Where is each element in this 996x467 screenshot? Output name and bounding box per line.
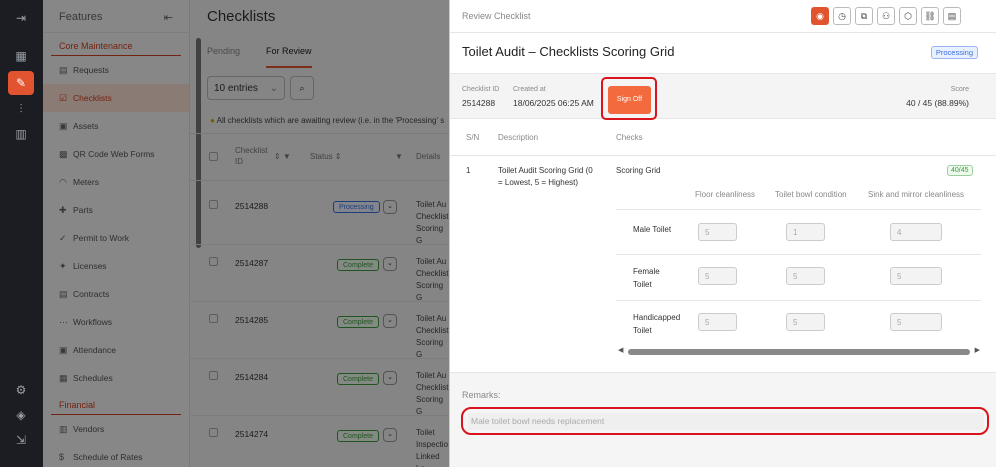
dashboard-icon[interactable]: ▦ (13, 48, 29, 64)
assign-button[interactable]: ⚇ (877, 7, 895, 25)
grid-row-label: Male Toilet (633, 225, 672, 234)
expand-icon[interactable]: ⇥ (13, 10, 29, 26)
score-input[interactable]: 5 (698, 313, 737, 331)
grid-header-floor: Floor cleanliness (695, 190, 756, 199)
analytics-icon[interactable]: ⫶ (13, 101, 29, 117)
eye-icon: ◉ (816, 11, 824, 21)
logout-icon[interactable]: ⇲ (13, 432, 29, 448)
history-icon: ◷ (838, 11, 846, 21)
col-checks: Checks (616, 133, 643, 142)
score-input[interactable]: 4 (890, 223, 942, 241)
checklist-info-bar: Checklist ID 2514288 Created at 18/06/20… (450, 73, 996, 120)
check-score-badge: 40/45 (947, 165, 973, 176)
help-icon[interactable]: ◈ (13, 407, 29, 423)
scrollbar-thumb[interactable] (628, 349, 970, 355)
sign-off-button[interactable]: Sign Off (608, 86, 651, 114)
grid-header-sink: Sink and mirror cleanliness (868, 190, 965, 199)
sign-off-highlight: Sign Off (601, 77, 657, 120)
document-icon: ▤ (947, 11, 957, 21)
score-input[interactable]: 5 (786, 267, 825, 285)
history-button[interactable]: ◷ (833, 7, 851, 25)
scroll-right-icon[interactable]: ▶ (975, 346, 980, 354)
checklist-id-label: Checklist ID (462, 86, 500, 93)
remarks-label: Remarks: (462, 390, 501, 400)
settings-icon[interactable]: ⚙ (13, 382, 29, 398)
view-button[interactable]: ◉ (811, 7, 829, 25)
grid-row-label: Handicapped Toilet (633, 313, 681, 335)
score-input[interactable]: 5 (698, 267, 737, 285)
grid-divider (616, 300, 981, 301)
reports-icon[interactable]: ▥ (13, 126, 29, 142)
link-icon: ⛓ (924, 11, 936, 21)
review-checklist-panel: Review Checklist ◉ ◷ ⧉ ⚇ ⬡ ⛓ ▤ Toilet Au… (449, 0, 996, 467)
score-input[interactable]: 5 (890, 313, 942, 331)
score-value: 40 / 45 (88.89%) (906, 98, 969, 108)
remarks-section: Remarks: Male toilet bowl needs replacem… (450, 372, 996, 467)
asset-button[interactable]: ⬡ (899, 7, 917, 25)
remarks-highlight: Male toilet bowl needs replacement (461, 407, 989, 435)
pdf-button[interactable]: ▤ (943, 7, 961, 25)
users-icon: ⚇ (881, 11, 891, 21)
modal-backdrop[interactable] (43, 0, 492, 467)
item-description: Toilet Audit Scoring Grid (0 = Lowest, 5 … (498, 166, 593, 187)
score-input[interactable]: 1 (786, 223, 825, 241)
copy-icon: ⧉ (860, 11, 868, 21)
col-description: Description (498, 133, 539, 142)
scroll-left-icon[interactable]: ◀ (618, 346, 623, 354)
check-name: Scoring Grid (616, 166, 661, 175)
score-input[interactable]: 5 (890, 267, 942, 285)
panel-header: Review Checklist ◉ ◷ ⧉ ⚇ ⬡ ⛓ ▤ (450, 0, 996, 33)
link-button[interactable]: ⛓ (921, 7, 939, 25)
cube-icon: ⬡ (904, 11, 912, 21)
panel-header-label: Review Checklist (462, 11, 531, 21)
score-input[interactable]: 5 (786, 313, 825, 331)
checklist-title: Toilet Audit – Checklists Scoring Grid (462, 44, 675, 59)
divider (450, 155, 996, 156)
grid-horizontal-scrollbar[interactable]: ◀ ▶ (618, 346, 980, 356)
col-sn: S/N (466, 133, 480, 142)
grid-row-label: Female Toilet (633, 267, 660, 289)
score-input[interactable]: 5 (698, 223, 737, 241)
item-sn: 1 (466, 166, 471, 175)
created-at-value: 18/06/2025 06:25 AM (513, 98, 594, 108)
app-rail: ⇥ ▦ ✎ ⫶ ▥ ⚙ ◈ ⇲ (0, 0, 43, 467)
remarks-input[interactable]: Male toilet bowl needs replacement (468, 413, 984, 430)
grid-divider (616, 209, 981, 210)
score-label: Score (950, 86, 969, 93)
status-badge: Processing (930, 46, 978, 59)
grid-header-bowl: Toilet bowl condition (775, 190, 847, 199)
grid-divider (616, 254, 981, 255)
created-at-label: Created at (513, 86, 546, 93)
maintenance-icon[interactable]: ✎ (8, 71, 34, 95)
copy-button[interactable]: ⧉ (855, 7, 873, 25)
checklist-id-value: 2514288 (462, 98, 496, 108)
